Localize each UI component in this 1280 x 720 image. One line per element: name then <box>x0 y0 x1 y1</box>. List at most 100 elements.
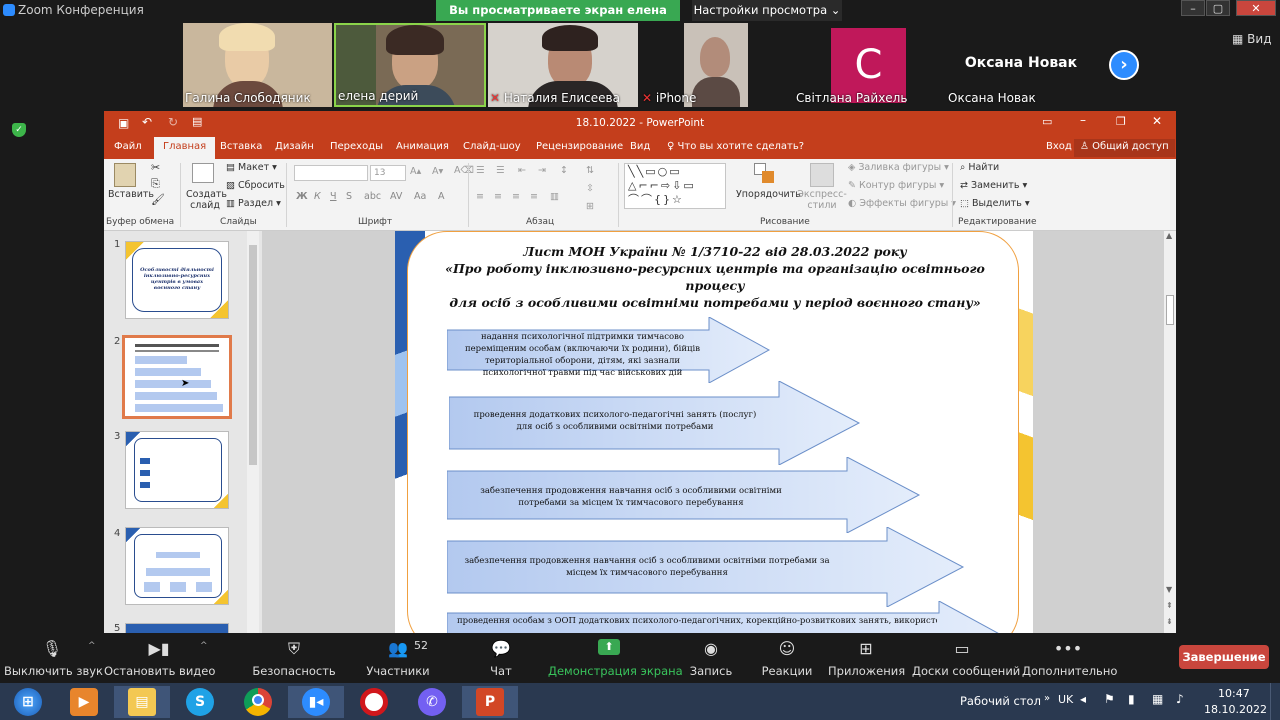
show-hidden-icons[interactable]: » <box>1044 693 1050 704</box>
taskbar-explorer[interactable]: ▤ <box>114 686 170 718</box>
minimize-icon[interactable]: – <box>1181 0 1205 16</box>
participant-tile[interactable]: Оксана Новак Оксана Новак <box>946 23 1096 107</box>
align-text-icon[interactable]: ⇳ <box>586 183 594 194</box>
speaker-icon[interactable]: ◂ <box>1080 692 1086 706</box>
participant-tile[interactable]: ✕ iPhone <box>640 23 790 107</box>
maximize-icon[interactable]: ▢ <box>1206 0 1230 16</box>
participant-tile[interactable]: ✕ Наталия Елисеева <box>488 23 638 107</box>
decrease-indent-icon[interactable]: ⇤ <box>518 165 526 176</box>
strikethrough-icon[interactable]: abc <box>364 191 381 202</box>
language-indicator[interactable]: UK <box>1058 693 1073 706</box>
chat-button[interactable]: 💬 Чат <box>478 633 524 683</box>
copy-icon[interactable]: ⎘ <box>151 177 160 191</box>
new-slide-icon[interactable] <box>192 163 214 183</box>
slide-thumbnail[interactable] <box>125 431 229 509</box>
find-button[interactable]: ⌕ Найти <box>960 162 999 173</box>
select-button[interactable]: ⬚ Выделить ▾ <box>960 198 1030 209</box>
numbering-icon[interactable]: ☰ <box>496 165 505 176</box>
section-button[interactable]: ▥ Раздел ▾ <box>226 198 281 209</box>
tell-me-search[interactable]: ♀ Что вы хотите сделать? <box>667 141 804 152</box>
participant-tile[interactable]: С Світлана Райхель <box>794 23 944 107</box>
bullets-icon[interactable]: ☰ <box>476 165 485 176</box>
arrange-button[interactable]: Упорядочить <box>736 189 801 200</box>
participant-tile[interactable]: Галина Слободяник <box>183 23 332 107</box>
bold-icon[interactable]: Ж <box>296 191 308 202</box>
taskbar-skype[interactable]: S <box>172 686 228 718</box>
taskbar-zoom[interactable]: ▮◂ <box>288 686 344 718</box>
align-right-icon[interactable]: ≡ <box>512 191 520 202</box>
more-button[interactable]: ••• Дополнительно <box>1022 633 1117 683</box>
columns-icon[interactable]: ▥ <box>550 191 559 202</box>
scroll-up-icon[interactable]: ▲ <box>1166 231 1172 240</box>
shadow-icon[interactable]: S <box>346 191 352 202</box>
paste-icon[interactable] <box>114 163 136 187</box>
taskbar-chrome[interactable] <box>230 686 286 718</box>
clock-time[interactable]: 10:47 <box>1218 687 1250 700</box>
quick-styles-icon[interactable] <box>810 163 834 187</box>
desktop-toolbar-label[interactable]: Рабочий стол <box>960 694 1041 708</box>
tab-review[interactable]: Рецензирование <box>536 141 623 152</box>
tab-slideshow[interactable]: Слайд-шоу <box>463 141 521 152</box>
chevron-up-icon[interactable]: ^ <box>88 641 96 651</box>
font-grow-icon[interactable]: A▴ <box>410 166 421 177</box>
layout-button[interactable]: ▤ Макет ▾ <box>226 162 277 173</box>
network-icon[interactable]: ▦ <box>1152 692 1163 706</box>
current-slide[interactable]: Лист МОН України № 1/3710-22 від 28.03.2… <box>395 231 1033 633</box>
end-meeting-button[interactable]: Завершение <box>1179 645 1269 669</box>
previous-slide-icon[interactable]: ⇞ <box>1166 601 1173 610</box>
replace-button[interactable]: ⇄ Заменить ▾ <box>960 180 1027 191</box>
align-center-icon[interactable]: ≡ <box>494 191 502 202</box>
tab-insert[interactable]: Вставка <box>220 141 262 152</box>
participants-button[interactable]: 👥 52 Участники <box>362 633 434 683</box>
slide-thumbnail[interactable] <box>125 623 229 633</box>
shapes-gallery[interactable]: ╲╲▭○▭ △⌐⌐⇨⇩▭ ⌒⌒{}☆ <box>624 163 726 209</box>
reset-button[interactable]: ▧ Сбросить <box>226 180 285 191</box>
format-painter-icon[interactable]: 🖌 <box>151 193 165 206</box>
tab-view[interactable]: Вид <box>630 141 650 152</box>
view-toggle-button[interactable]: ▦ Вид <box>1232 32 1271 46</box>
next-slide-icon[interactable]: ⇟ <box>1166 617 1173 626</box>
ribbon-display-icon[interactable]: ▭ <box>1042 115 1052 128</box>
cut-icon[interactable]: ✂ <box>151 161 160 174</box>
justify-icon[interactable]: ≡ <box>530 191 538 202</box>
apps-button[interactable]: ⊞ Приложения <box>828 633 905 683</box>
view-settings-button[interactable]: Настройки просмотра ⌄ <box>692 0 842 21</box>
power-icon[interactable]: ▮ <box>1128 692 1135 706</box>
font-size-select[interactable]: 13 <box>370 165 406 181</box>
whiteboards-button[interactable]: ▭ Доски сообщений <box>912 633 1020 683</box>
font-family-select[interactable] <box>294 165 368 181</box>
slide-thumbnail[interactable] <box>125 527 229 605</box>
char-spacing-icon[interactable]: AV <box>390 191 402 202</box>
tab-file[interactable]: Файл <box>114 141 142 152</box>
smartart-icon[interactable]: ⊞ <box>586 201 594 212</box>
italic-icon[interactable]: К <box>314 191 321 202</box>
security-button[interactable]: ⛨ Безопасность <box>250 633 338 683</box>
underline-icon[interactable]: Ч <box>330 191 337 202</box>
font-shrink-icon[interactable]: A▾ <box>432 166 443 177</box>
next-page-arrow-icon[interactable]: › <box>1109 50 1139 80</box>
arrange-icon[interactable] <box>754 163 776 187</box>
slide-thumbnail-selected[interactable]: ➤ <box>122 335 232 419</box>
share-button[interactable]: ♙ Общий доступ <box>1074 139 1175 157</box>
tab-transitions[interactable]: Переходы <box>330 141 383 152</box>
minimize-icon[interactable]: – <box>1080 113 1086 127</box>
flag-icon[interactable]: ⚑ <box>1104 692 1115 706</box>
tab-animations[interactable]: Анимация <box>396 141 449 152</box>
align-left-icon[interactable]: ≡ <box>476 191 484 202</box>
chevron-up-icon[interactable]: ^ <box>200 641 208 651</box>
slide-scrollbar[interactable]: ▲ ▼ ⇞ ⇟ <box>1164 231 1176 633</box>
taskbar-powerpoint[interactable]: P <box>462 686 518 718</box>
restore-icon[interactable]: ❐ <box>1116 115 1126 128</box>
tab-design[interactable]: Дизайн <box>275 141 314 152</box>
taskbar-opera[interactable] <box>346 686 402 718</box>
clear-format-icon[interactable]: A⌫ <box>454 165 474 176</box>
change-case-icon[interactable]: Aa <box>414 191 426 202</box>
close-icon[interactable]: ✕ <box>1152 114 1162 128</box>
shape-effects-button[interactable]: ◐ Эффекты фигуры ▾ <box>848 198 956 209</box>
tab-home[interactable]: Главная <box>154 137 216 159</box>
paste-button[interactable]: Вставить <box>108 189 154 200</box>
start-button[interactable]: ⊞ <box>0 686 56 718</box>
scroll-down-icon[interactable]: ▼ <box>1166 585 1172 594</box>
new-slide-button[interactable]: Создать слайд <box>186 189 227 211</box>
volume-icon[interactable]: ♪ <box>1176 692 1184 706</box>
